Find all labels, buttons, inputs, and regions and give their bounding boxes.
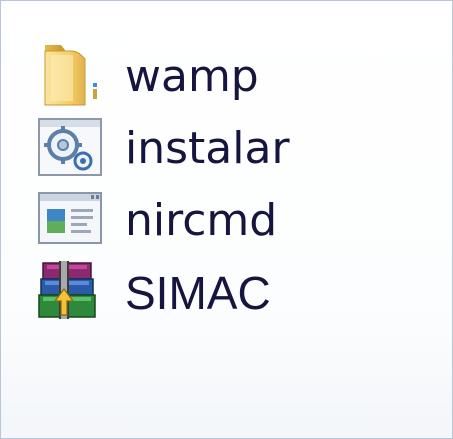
winrar-archive-icon bbox=[37, 257, 105, 325]
application-icon bbox=[37, 185, 105, 253]
file-name: SIMAC bbox=[125, 267, 271, 319]
file-item-nircmd[interactable]: nircmd bbox=[37, 183, 437, 255]
file-name: wamp bbox=[125, 51, 259, 102]
folder-icon bbox=[37, 41, 105, 109]
file-name: nircmd bbox=[125, 195, 278, 246]
file-list: wamp instalar nircmd SIMAC bbox=[37, 39, 437, 327]
explorer-window: wamp instalar nircmd SIMAC bbox=[0, 0, 453, 439]
file-item-wamp[interactable]: wamp bbox=[37, 39, 437, 111]
config-file-icon bbox=[37, 113, 105, 181]
file-item-instalar[interactable]: instalar bbox=[37, 111, 437, 183]
file-item-simac[interactable]: SIMAC bbox=[37, 255, 437, 327]
file-name: instalar bbox=[125, 123, 290, 174]
